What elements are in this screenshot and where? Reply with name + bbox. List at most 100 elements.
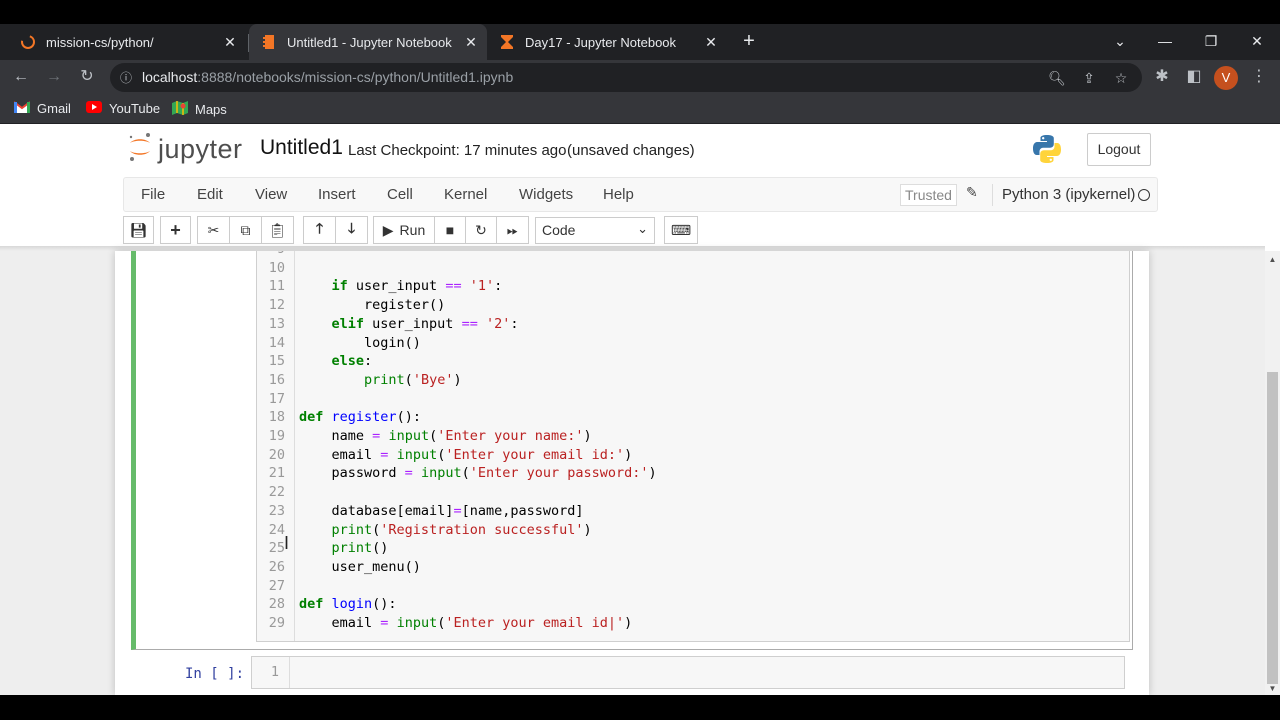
code-cell-selected[interactable]: 9 10 11 1213 14 1516 17 18 19 20 21 2223 24 2526 27 28 2…: [131, 251, 1133, 650]
line-number: 29: [268, 615, 285, 631]
copy-icon: ⧉: [240, 221, 251, 238]
line-number: 21: [268, 465, 285, 482]
logout-button[interactable]: Logout: [1087, 133, 1151, 166]
paste-button[interactable]: 📋︎: [261, 216, 294, 244]
code-line: password = input('Enter your password:'): [299, 465, 657, 482]
url-text[interactable]: localhost:8888/notebooks/mission-cs/pyth…: [142, 69, 513, 85]
close-tab-icon[interactable]: ✕: [703, 34, 719, 51]
zoom-search-icon[interactable]: 🔍︎: [1047, 68, 1067, 88]
tab-mission-cs[interactable]: mission-cs/python/ ✕: [12, 24, 246, 60]
cut-button[interactable]: ✂: [197, 216, 230, 244]
back-arrow-icon[interactable]: ←: [10, 66, 32, 88]
bookmark-gmail[interactable]: Gmail: [13, 101, 71, 116]
reload-icon[interactable]: ↻: [76, 66, 98, 88]
tab-untitled1[interactable]: Untitled1 - Jupyter Notebook ✕: [249, 24, 487, 60]
cell-type-select[interactable]: Code ⌄: [535, 217, 655, 244]
bookmark-label: Gmail: [37, 101, 71, 116]
code-cell-empty[interactable]: In [ ]: 1: [131, 656, 1133, 695]
scroll-up-arrow-icon[interactable]: ▲: [1267, 255, 1278, 264]
line-number: 20: [268, 446, 285, 463]
youtube-icon: [86, 101, 102, 116]
menu-view[interactable]: View: [255, 186, 287, 203]
code-line: elif user_input == '2':: [331, 315, 519, 332]
kernel-divider: [992, 184, 993, 206]
line-number: 9: [257, 251, 285, 257]
line-number: 16: [268, 371, 285, 388]
interrupt-button[interactable]: ■: [434, 216, 466, 244]
bookmarks-bar: Gmail YouTube Maps: [0, 95, 1280, 124]
notebook-name[interactable]: Untitled1: [260, 136, 343, 160]
bookmark-maps[interactable]: Maps: [172, 101, 227, 118]
bookmark-star-icon[interactable]: ☆: [1111, 68, 1131, 88]
restart-icon: ↻: [475, 221, 487, 238]
menu-help[interactable]: Help: [603, 186, 634, 203]
line-number: 18: [268, 409, 285, 426]
new-tab-plus-icon[interactable]: +: [738, 30, 760, 52]
line-number: 25: [268, 540, 285, 557]
line-number: 15: [268, 353, 285, 370]
profile-avatar[interactable]: V: [1214, 66, 1238, 90]
forward-arrow-icon[interactable]: →: [43, 66, 65, 88]
tab-day17[interactable]: Day17 - Jupyter Notebook ✕: [489, 24, 727, 60]
menu-cell[interactable]: Cell: [387, 186, 413, 203]
copy-button[interactable]: ⧉: [229, 216, 262, 244]
line-number: 26: [268, 558, 285, 575]
code-line: else:: [331, 353, 373, 370]
code-line: register(): [299, 297, 446, 314]
move-down-button[interactable]: 🡓: [335, 216, 368, 244]
bookmark-youtube[interactable]: YouTube: [86, 101, 160, 116]
share-icon[interactable]: ⇪: [1079, 68, 1099, 88]
close-tab-icon[interactable]: ✕: [222, 34, 238, 51]
close-window-icon[interactable]: ✕: [1245, 30, 1269, 52]
plus-icon: +: [170, 219, 181, 240]
address-bar[interactable]: ⓘ localhost:8888/notebooks/mission-cs/py…: [110, 63, 1142, 92]
code-editor-empty[interactable]: 1: [251, 656, 1125, 689]
line-number: 17: [268, 390, 285, 407]
code-line: email = input('Enter your email id|'): [299, 615, 633, 631]
line-number: 13: [268, 315, 285, 332]
scroll-down-arrow-icon[interactable]: ▼: [1267, 684, 1278, 693]
browser-window: mission-cs/python/ ✕ Untitled1 - Jupyter…: [0, 24, 1280, 695]
tab-title: Day17 - Jupyter Notebook: [525, 34, 677, 50]
tab-title: Untitled1 - Jupyter Notebook: [287, 34, 452, 50]
tab-strip: mission-cs/python/ ✕ Untitled1 - Jupyter…: [0, 24, 1280, 60]
bookmark-label: Maps: [195, 102, 227, 117]
code-line: name = input('Enter your name:'): [299, 428, 592, 444]
restore-icon[interactable]: ❐: [1199, 30, 1223, 52]
unsaved-changes-status: (unsaved changes): [567, 142, 695, 159]
menu-edit[interactable]: Edit: [197, 186, 223, 203]
run-button[interactable]: ▶ Run: [373, 216, 435, 244]
kernel-name[interactable]: Python 3 (ipykernel): [1002, 186, 1135, 203]
restart-button[interactable]: ↻: [465, 216, 497, 244]
command-palette-button[interactable]: ⌨: [664, 216, 698, 244]
pencil-edit-icon[interactable]: ✎: [966, 184, 978, 201]
restart-run-all-button[interactable]: ⏩︎: [496, 216, 529, 244]
menu-kernel[interactable]: Kernel: [444, 186, 487, 203]
line-number: 22: [268, 484, 285, 501]
menu-insert[interactable]: Insert: [318, 186, 356, 203]
move-up-button[interactable]: 🡑: [303, 216, 336, 244]
chevron-down-icon: ⌄: [637, 221, 648, 236]
save-button[interactable]: 💾︎: [123, 216, 154, 244]
browser-menu-icon[interactable]: ⋮: [1248, 66, 1270, 88]
code-line: if user_input == '1':: [331, 278, 503, 295]
minimize-icon[interactable]: —: [1153, 30, 1177, 52]
arrow-down-icon: 🡓: [347, 220, 356, 236]
extensions-puzzle-icon[interactable]: ✱: [1151, 66, 1173, 88]
code-line: def register():: [299, 409, 421, 426]
menu-widgets[interactable]: Widgets: [519, 186, 573, 203]
tab-search-chevron-icon[interactable]: ⌄: [1108, 30, 1132, 52]
scissors-icon: ✂: [207, 221, 220, 238]
bookmark-label: YouTube: [109, 101, 161, 116]
jupyter-logo[interactable]: jupyter: [128, 132, 243, 167]
insert-cell-button[interactable]: +: [160, 216, 191, 244]
close-tab-icon[interactable]: ✕: [463, 34, 479, 51]
trusted-indicator[interactable]: Trusted: [900, 184, 957, 206]
menu-file[interactable]: File: [141, 186, 165, 203]
code-line: def login():: [299, 596, 397, 613]
info-icon[interactable]: ⓘ: [116, 68, 136, 88]
url-host: localhost: [142, 69, 198, 85]
side-panel-icon[interactable]: ◧: [1183, 66, 1205, 88]
code-editor[interactable]: 9 10 11 1213 14 1516 17 18 19 20 21 2223 24 2526 27 28 2…: [256, 251, 1130, 642]
scrollbar-thumb[interactable]: [1267, 372, 1278, 684]
